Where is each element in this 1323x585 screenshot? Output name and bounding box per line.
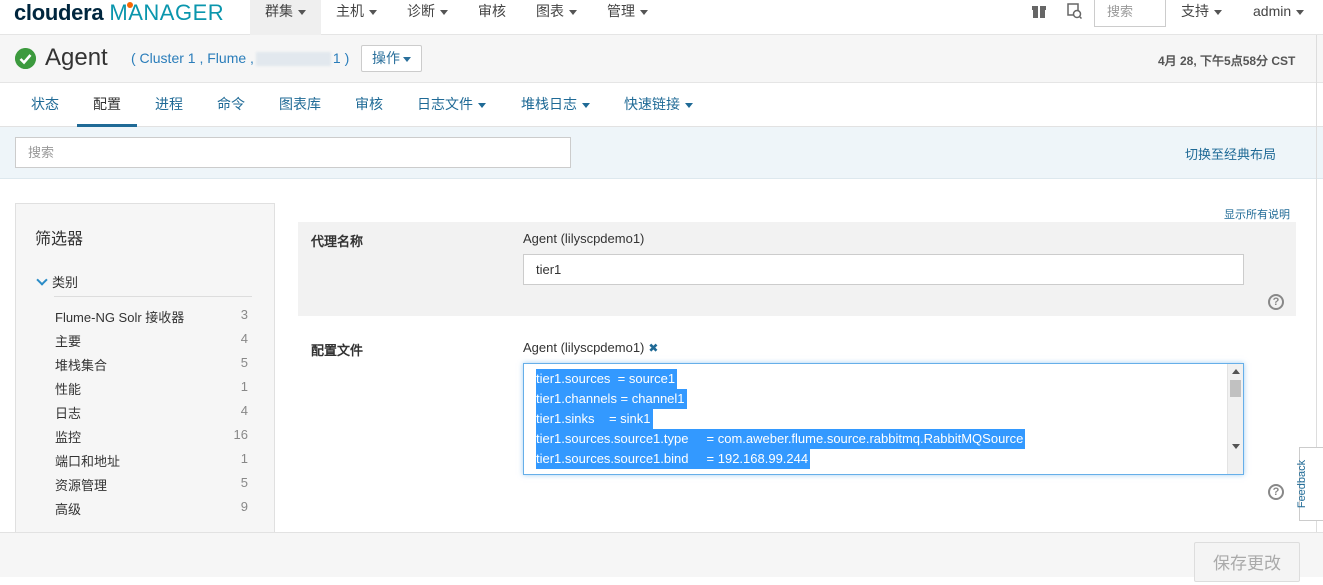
feedback-tab[interactable]: Feedback <box>1296 447 1323 521</box>
top-navbar: cloudera MANAGER 群集 主机 诊断 审核 图表 管理 搜索 支持… <box>0 0 1323 35</box>
chevron-down-icon <box>298 9 306 15</box>
redacted-host <box>255 52 331 67</box>
config-search-bar: 搜索 切换至经典布局 <box>0 127 1323 179</box>
actions-button[interactable]: 操作 <box>361 45 422 72</box>
chevron-down-icon <box>36 274 48 286</box>
scrollbar-thumb[interactable] <box>1230 380 1241 397</box>
filter-item[interactable]: 监控 16 <box>55 427 250 446</box>
textarea-scrollbar[interactable] <box>1227 364 1243 474</box>
config-search-input[interactable]: 搜索 <box>15 137 571 168</box>
user-activity-icon[interactable] <box>1066 3 1082 19</box>
current-time: 4月 28, 下午5点58分 CST <box>1158 54 1296 68</box>
chevron-down-icon <box>369 9 377 15</box>
code-line: tier1.sources.source1.type = com.aweber.… <box>536 429 1026 449</box>
setting-row-config-file: 配置文件 Agent (lilyscpdemo1) ✖ tier1.sources… <box>298 326 1296 526</box>
tab-quick-links[interactable]: 快速链接 <box>624 84 693 127</box>
filter-panel: 筛选器 类别 Flume-NG Solr 接收器 3 主要 4 堆栈集合 5 性能 1 … <box>15 203 275 543</box>
service-tabs: 状态 配置 进程 命令 图表库 审核 日志文件 堆栈日志 快速链接 <box>0 84 1323 127</box>
config-file-content: tier1.sources = source1 tier1.channels =… <box>536 369 1026 469</box>
footer-bar: 保存更改 <box>0 532 1323 582</box>
nav-audits[interactable]: 审核 <box>463 0 521 35</box>
save-changes-button[interactable]: 保存更改 <box>1194 542 1300 582</box>
filter-title: 筛选器 <box>35 231 84 248</box>
service-title-bar: Agent ( Cluster 1 , Flume ,1 ) 操作 4月 28,… <box>0 35 1323 83</box>
nav-clusters[interactable]: 群集 <box>250 0 321 35</box>
tab-processes[interactable]: 进程 <box>155 84 183 127</box>
tab-log-files[interactable]: 日志文件 <box>417 84 486 127</box>
setting-scope-row: Agent (lilyscpdemo1) ✖ <box>523 340 659 355</box>
setting-row-agent-name: 代理名称 Agent (lilyscpdemo1) tier1 ? <box>298 222 1296 316</box>
chevron-down-icon <box>403 56 411 62</box>
chevron-down-icon <box>569 9 577 15</box>
chevron-down-icon <box>1296 9 1305 15</box>
switch-classic-layout-link[interactable]: 切换至经典布局 <box>1185 144 1276 163</box>
filter-item[interactable]: 主要 4 <box>55 331 250 350</box>
chevron-down-icon <box>685 102 693 108</box>
category-toggle[interactable]: 类别 <box>35 272 78 291</box>
code-line: tier1.sinks = sink1 <box>536 409 653 429</box>
tab-configuration[interactable]: 配置 <box>77 84 137 127</box>
help-icon[interactable]: ? <box>1268 294 1284 310</box>
filter-item[interactable]: 日志 4 <box>55 403 250 422</box>
code-line: tier1.sources.source1.bind = 192.168.99.… <box>536 449 811 469</box>
setting-label: 配置文件 <box>311 343 364 358</box>
help-icon[interactable]: ? <box>1268 484 1284 500</box>
filter-item[interactable]: Flume-NG Solr 接收器 3 <box>55 307 250 326</box>
support-menu[interactable]: 支持 <box>1181 0 1222 22</box>
scroll-down-icon[interactable] <box>1232 444 1240 449</box>
filter-item[interactable]: 高级 9 <box>55 499 250 518</box>
tab-chart-library[interactable]: 图表库 <box>279 84 321 127</box>
tab-stack-logs[interactable]: 堆栈日志 <box>521 84 590 127</box>
nav-hosts[interactable]: 主机 <box>321 0 392 35</box>
chevron-down-icon <box>440 9 448 15</box>
tab-audits[interactable]: 审核 <box>355 84 383 127</box>
user-menu[interactable]: admin <box>1253 0 1305 22</box>
filter-item[interactable]: 资源管理 5 <box>55 475 250 494</box>
agent-name-input[interactable]: tier1 <box>523 254 1244 285</box>
chevron-down-icon <box>582 102 590 108</box>
scroll-up-icon[interactable] <box>1232 369 1240 374</box>
chevron-down-icon <box>640 9 648 15</box>
status-good-icon <box>15 48 36 69</box>
show-all-descriptions-link[interactable]: 显示所有说明 <box>1224 206 1290 222</box>
remove-icon[interactable]: ✖ <box>648 341 658 355</box>
tab-status[interactable]: 状态 <box>31 84 59 127</box>
divider <box>54 296 252 297</box>
filter-item[interactable]: 性能 1 <box>55 379 250 398</box>
cloudera-logo[interactable]: cloudera MANAGER <box>14 2 224 24</box>
filter-item[interactable]: 堆栈集合 5 <box>55 355 250 374</box>
breadcrumb[interactable]: ( Cluster 1 , Flume ,1 ) <box>131 50 349 67</box>
nav-diagnostics[interactable]: 诊断 <box>392 0 463 35</box>
chevron-down-icon <box>478 102 486 108</box>
nav-administration[interactable]: 管理 <box>592 0 663 35</box>
setting-scope: Agent (lilyscpdemo1) <box>523 231 645 246</box>
setting-label: 代理名称 <box>311 234 364 249</box>
config-file-textarea[interactable]: tier1.sources = source1 tier1.channels =… <box>523 363 1244 475</box>
gift-icon[interactable] <box>1032 4 1046 18</box>
top-search-input[interactable]: 搜索 <box>1094 0 1166 27</box>
top-nav-menu: 群集 主机 诊断 审核 图表 管理 <box>250 0 663 35</box>
code-line: tier1.channels = channel1 <box>536 389 687 409</box>
page-title: Agent <box>45 44 108 71</box>
logo-dot <box>127 2 133 8</box>
nav-charts[interactable]: 图表 <box>521 0 592 35</box>
tab-commands[interactable]: 命令 <box>217 84 245 127</box>
code-line: tier1.sources = source1 <box>536 369 678 389</box>
filter-item[interactable]: 端口和地址 1 <box>55 451 250 470</box>
chevron-down-icon <box>1214 9 1222 15</box>
